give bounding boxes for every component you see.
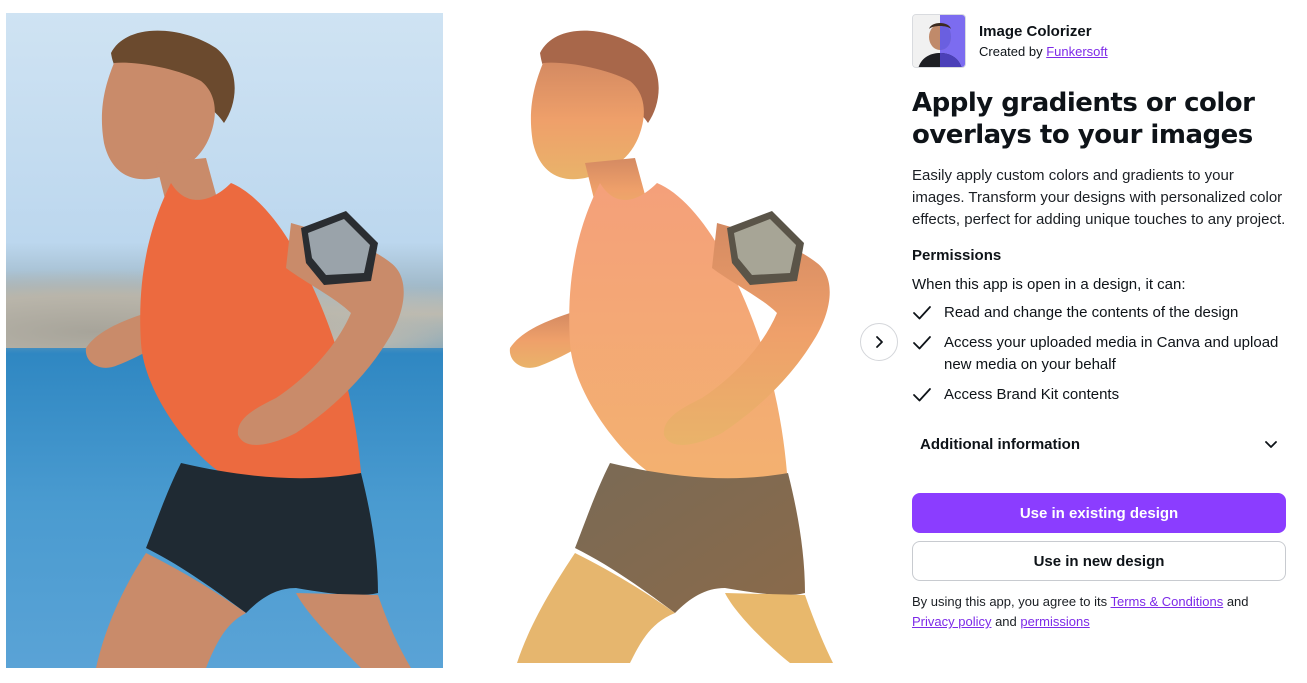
carousel-next-button[interactable] — [860, 323, 898, 361]
runner-illustration — [85, 30, 411, 668]
check-icon — [913, 336, 931, 350]
preview-image-colorized — [505, 13, 835, 663]
legal-and-1: and — [1223, 594, 1249, 609]
legal-prefix: By using this app, you agree to its — [912, 594, 1111, 609]
privacy-policy-link[interactable]: Privacy policy — [912, 614, 991, 629]
use-in-existing-design-button[interactable]: Use in existing design — [912, 493, 1286, 533]
additional-information-toggle[interactable]: Additional information — [912, 426, 1286, 462]
page-title: Apply gradients or color overlays to you… — [912, 88, 1255, 150]
legal-notice: By using this app, you agree to its Term… — [912, 592, 1286, 632]
created-by: Created by Funkersoft — [979, 43, 1108, 61]
app-logo-image — [913, 15, 965, 67]
permission-text: Read and change the contents of the desi… — [944, 304, 1239, 321]
permission-item: Access Brand Kit contents — [912, 384, 1286, 406]
app-header: Image Colorizer Created by Funkersoft — [912, 13, 1286, 69]
preview-image-original — [6, 13, 443, 668]
permissions-intro: When this app is open in a design, it ca… — [912, 276, 1186, 293]
creator-link[interactable]: Funkersoft — [1046, 44, 1107, 59]
permission-text: Access Brand Kit contents — [944, 386, 1120, 403]
permission-item: Read and change the contents of the desi… — [912, 302, 1286, 324]
permissions-title: Permissions — [912, 247, 1002, 264]
permissions-link[interactable]: permissions — [1020, 614, 1089, 629]
terms-link[interactable]: Terms & Conditions — [1111, 594, 1224, 609]
chevron-right-icon — [876, 336, 883, 348]
additional-information-label: Additional information — [920, 435, 1080, 453]
permissions-list: Read and change the contents of the desi… — [912, 302, 1286, 406]
check-icon — [913, 306, 931, 320]
app-name: Image Colorizer — [979, 22, 1092, 40]
app-description: Easily apply custom colors and gradients… — [912, 167, 1286, 228]
chevron-down-icon — [1265, 441, 1277, 448]
app-details-panel: Image Colorizer Created by Funkersoft Ap… — [912, 13, 1286, 632]
app-logo — [912, 14, 966, 68]
colorized-runner-illustration — [509, 30, 833, 663]
use-in-new-design-button[interactable]: Use in new design — [912, 541, 1286, 581]
legal-and-2: and — [991, 614, 1021, 629]
permission-item: Access your uploaded media in Canva and … — [912, 332, 1286, 376]
created-by-prefix: Created by — [979, 43, 1047, 59]
permission-text: Access your uploaded media in Canva and … — [944, 334, 1279, 373]
check-icon — [913, 388, 931, 402]
